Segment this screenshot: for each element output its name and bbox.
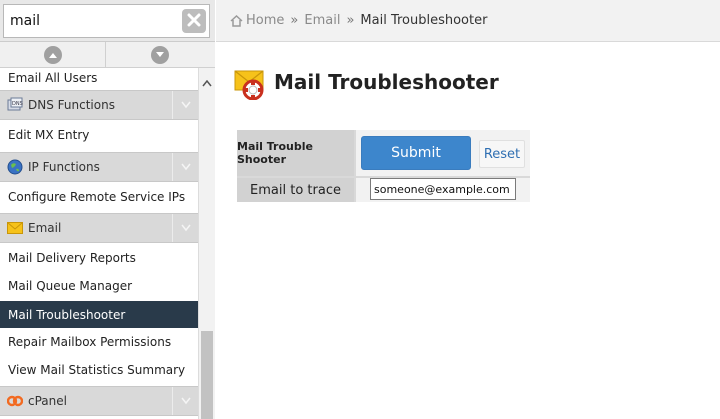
chevron-down-icon [172,91,198,119]
mail-troubleshooter-icon [234,68,268,104]
breadcrumb-separator: » [346,13,355,28]
page-title: Mail Troubleshooter [274,70,499,94]
chevron-down-icon [172,153,198,181]
sidebar-item-view-mail-statistics-summary[interactable]: View Mail Statistics Summary [0,356,198,384]
sidebar-list: Email All Users DNS DNS Functions Edit M… [0,68,198,419]
search-bar [0,0,215,42]
chevron-down-icon [172,387,198,415]
cpanel-icon [6,393,23,410]
sidebar-item-label: Mail Troubleshooter [8,307,126,322]
sidebar-item-edit-mx-entry[interactable]: Edit MX Entry [0,120,198,150]
sidebar-item-label: View Mail Statistics Summary [8,363,186,377]
sidebar-item-label: Repair Mailbox Permissions [8,335,172,349]
sidebar-item-mail-queue-manager[interactable]: Mail Queue Manager [0,272,198,300]
sidebar-item-label: Email [28,221,62,235]
email-to-trace-input[interactable] [370,178,516,200]
sidebar-item-label: IP Functions [28,160,100,174]
sidebar-item-label: Mail Queue Manager [8,279,133,293]
sidebar-nav-arrows [0,42,215,68]
sidebar-category-email[interactable]: Email [0,213,198,243]
sidebar-item-email-all-users[interactable]: Email All Users [0,68,198,88]
envelope-icon [6,220,23,237]
globe-icon [6,159,23,176]
sidebar-scrollbar[interactable] [198,68,215,419]
sidebar-item-label: cPanel [28,394,67,408]
chevron-down-icon [172,214,198,242]
clear-search-button[interactable] [182,9,206,33]
arrow-down-icon [151,45,169,64]
svg-text:DNS: DNS [12,101,23,107]
sidebar-item-label: Email All Users [8,71,98,85]
home-icon[interactable] [230,14,243,27]
form-label-mail-trouble-shooter: Mail Trouble Shooter [237,130,354,176]
breadcrumb-home-link[interactable]: Home [246,13,284,28]
sidebar-item-mail-delivery-reports[interactable]: Mail Delivery Reports [0,244,198,272]
sidebar: Email All Users DNS DNS Functions Edit M… [0,0,215,419]
dns-icon: DNS [6,97,23,114]
sidebar-item-label: Mail Delivery Reports [8,251,136,265]
sidebar-item-repair-mailbox-permissions[interactable]: Repair Mailbox Permissions [0,328,198,356]
scroll-up-arrow-icon[interactable] [202,72,212,91]
sidebar-item-configure-remote-service-ips[interactable]: Configure Remote Service IPs [0,182,198,212]
breadcrumb: Home » Email » Mail Troubleshooter [216,0,720,42]
sidebar-category-cpanel[interactable]: cPanel [0,386,198,416]
sidebar-item-mail-troubleshooter[interactable]: Mail Troubleshooter [0,301,198,328]
sidebar-item-label: Configure Remote Service IPs [8,190,186,204]
sidebar-category-ip-functions[interactable]: IP Functions [0,152,198,182]
breadcrumb-current: Mail Troubleshooter [360,13,488,28]
scrollbar-thumb[interactable] [201,331,213,419]
sidebar-item-label: Edit MX Entry [8,128,90,142]
collapse-all-button[interactable] [0,42,106,67]
arrow-up-icon [43,45,62,64]
form-label-email-to-trace: Email to trace [237,178,354,202]
search-input[interactable] [3,4,210,38]
sidebar-item-label: DNS Functions [28,98,115,112]
breadcrumb-separator: » [290,13,299,28]
submit-button[interactable]: Submit [361,136,471,170]
expand-all-button[interactable] [107,42,213,67]
sidebar-category-dns-functions[interactable]: DNS DNS Functions [0,90,198,120]
breadcrumb-email-link[interactable]: Email [304,13,340,28]
close-icon [187,12,201,31]
reset-button[interactable]: Reset [479,140,525,168]
